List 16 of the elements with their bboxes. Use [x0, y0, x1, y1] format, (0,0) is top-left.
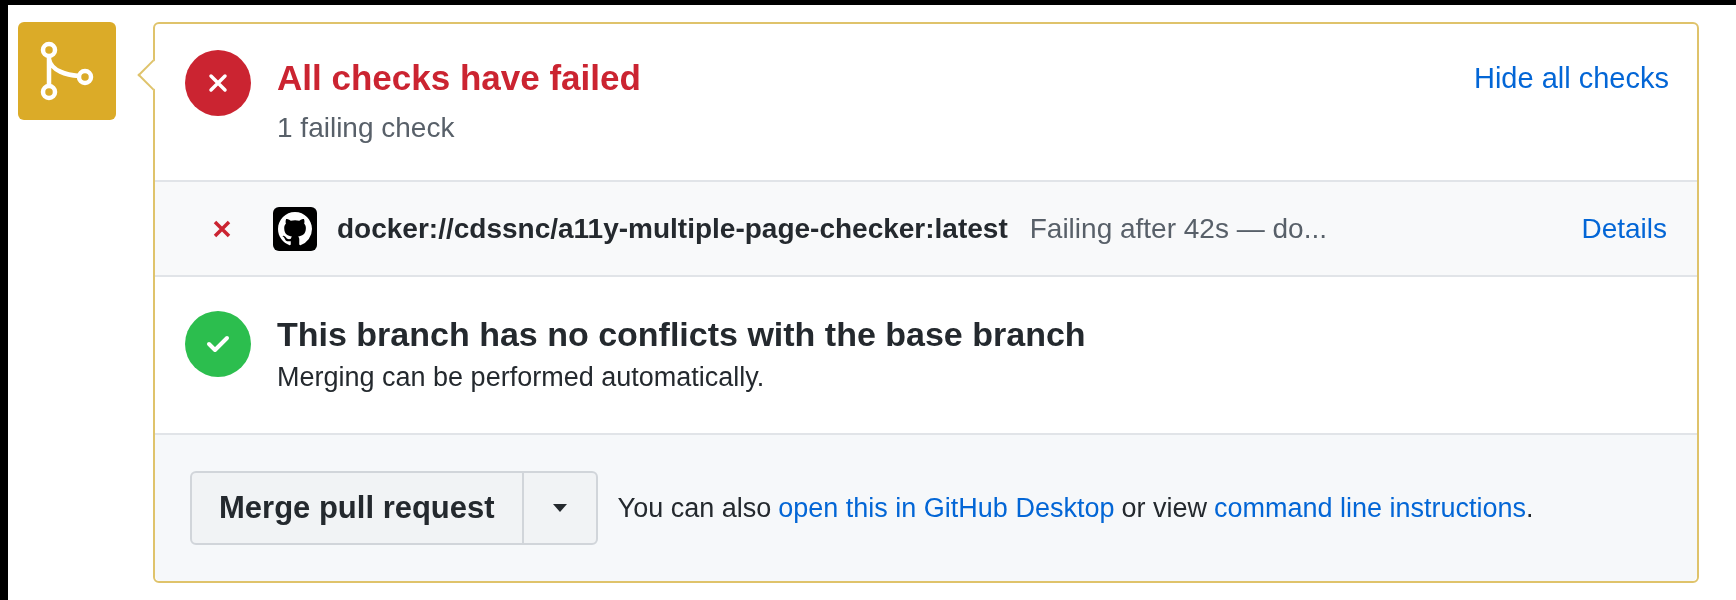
hide-checks-link[interactable]: Hide all checks [1473, 50, 1669, 106]
merge-status-title: This branch has no conflicts with the base branch [277, 314, 1086, 355]
details-link[interactable]: Details [1581, 207, 1667, 250]
merge-hint-text: or view [1121, 491, 1207, 525]
desktop-link[interactable]: open this in GitHub Desktop [778, 487, 1115, 529]
check-description: Failing after 42s — do... [1029, 211, 1327, 246]
checks-summary: 1 failing check [277, 111, 456, 145]
period-text: . [1526, 491, 1534, 525]
check-name: docker://cdssnc/a11y-multiple-page-checker:latest [337, 211, 1008, 246]
octocat-icon [273, 206, 317, 251]
merge-hint-text: You can also [617, 491, 772, 525]
command-line-link[interactable]: command line instructions [1213, 487, 1527, 529]
caret-icon [552, 504, 567, 512]
merge-status-description: Merging can be performed automatically. [277, 361, 766, 394]
checks-title: All checks have failed [277, 57, 642, 99]
merge-icon [18, 22, 116, 120]
